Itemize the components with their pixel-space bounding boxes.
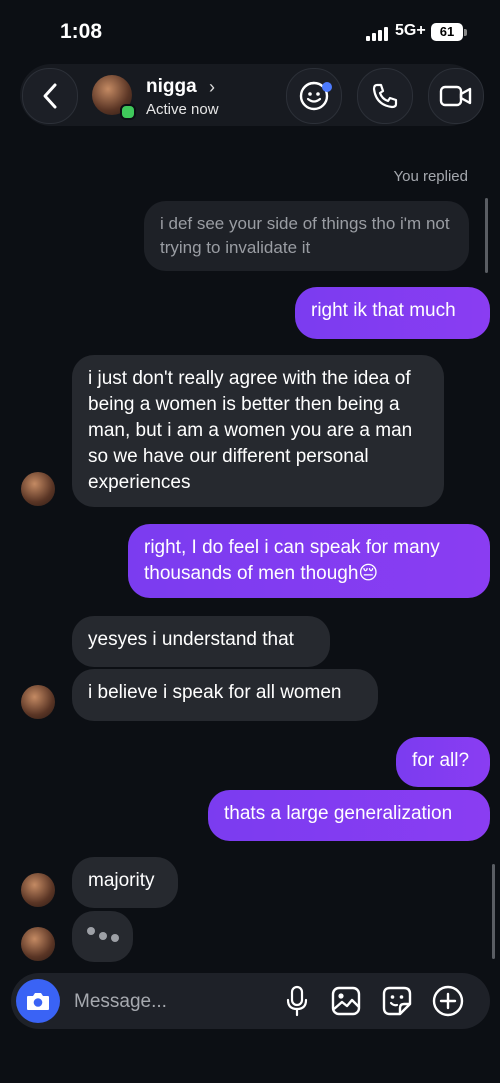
voice-button[interactable] — [281, 985, 313, 1017]
reply-preview[interactable]: i def see your side of things tho i'm no… — [144, 201, 469, 271]
plus-icon — [432, 985, 464, 1017]
scrollbar[interactable] — [492, 864, 495, 959]
message-outgoing[interactable]: for all? — [396, 737, 490, 787]
notification-dot — [322, 82, 332, 92]
more-button[interactable] — [432, 985, 464, 1017]
call-button[interactable] — [357, 68, 413, 124]
message-outgoing[interactable]: right, I do feel i can speak for many th… — [128, 524, 490, 598]
message-incoming[interactable]: i just don't really agree with the idea … — [72, 355, 444, 507]
microphone-icon — [286, 985, 308, 1017]
network-type: 5G+ — [395, 22, 426, 39]
chevron-right-icon: › — [209, 77, 215, 97]
status-time: 1:08 — [60, 20, 103, 43]
message-incoming[interactable]: majority — [72, 857, 178, 908]
battery-indicator: 61 — [431, 23, 463, 41]
avatar[interactable] — [21, 685, 55, 719]
online-indicator — [120, 104, 136, 120]
battery-tip — [464, 29, 467, 36]
typing-dot — [111, 934, 119, 942]
scrollbar[interactable] — [485, 198, 488, 273]
avatar[interactable] — [21, 927, 55, 961]
message-outgoing[interactable]: right ik that much — [295, 287, 490, 339]
back-icon — [43, 83, 57, 109]
typing-dot — [99, 932, 107, 940]
signal-icon — [366, 27, 388, 41]
video-call-button[interactable] — [428, 68, 484, 124]
back-button[interactable] — [22, 68, 78, 124]
message-incoming[interactable]: i believe i speak for all women — [72, 669, 378, 721]
sticker-icon — [382, 986, 412, 1016]
effects-button[interactable] — [286, 68, 342, 124]
message-input[interactable] — [72, 979, 276, 1025]
phone-icon — [372, 83, 398, 109]
sticker-button[interactable] — [381, 985, 413, 1017]
message-incoming[interactable]: yesyes i understand that — [72, 616, 330, 667]
active-status: Active now — [146, 101, 219, 118]
typing-dot — [87, 927, 95, 935]
avatar[interactable] — [21, 472, 55, 506]
gallery-button[interactable] — [330, 985, 362, 1017]
message-outgoing[interactable]: thats a large generalization — [208, 790, 490, 841]
replied-label: You replied — [393, 168, 468, 185]
contact-name[interactable]: nigga — [146, 76, 197, 98]
camera-button[interactable] — [16, 979, 60, 1023]
camera-icon — [27, 993, 49, 1010]
video-camera-icon — [439, 85, 472, 107]
gallery-icon — [331, 986, 361, 1016]
avatar[interactable] — [21, 873, 55, 907]
